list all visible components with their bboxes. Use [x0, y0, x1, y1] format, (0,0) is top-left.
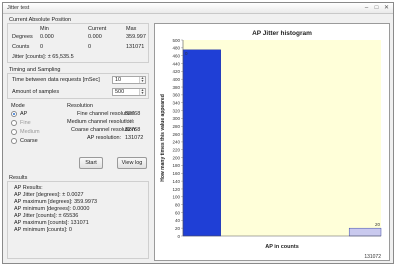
y-tick-label: 40 [175, 218, 181, 223]
results-panel: AP Results: AP Jitter [degrees]: ± 0.002… [7, 181, 149, 259]
chart-title: AP Jitter histogram [252, 30, 312, 37]
x-tick-label: 131072 [364, 254, 381, 260]
y-tick-label: 360 [172, 93, 180, 98]
y-tick-label: 80 [175, 202, 181, 207]
col-current-header: Current [88, 26, 107, 32]
mode-option-medium: Medium [20, 129, 40, 135]
minimize-icon[interactable]: – [362, 4, 371, 12]
y-tick-label: 100 [172, 195, 180, 200]
y-tick-label: 20 [175, 226, 181, 231]
fine-resolution-value: 32768 [125, 111, 141, 117]
y-tick-label: 260 [172, 132, 180, 137]
jitter-readout: Jitter [counts]: ± 65,535.5 [12, 54, 74, 60]
y-tick-label: 300 [172, 116, 180, 121]
results-line: AP maximum [counts]: 131071 [14, 220, 89, 226]
x-axis-label: AP in counts [265, 244, 299, 250]
y-tick-label: 220 [172, 148, 180, 153]
mode-label: Mode [11, 103, 25, 109]
time-between-requests-input[interactable]: 10 ▲ ▼ [112, 76, 146, 84]
degrees-max-value: 359.997 [126, 34, 146, 40]
y-tick-label: 420 [172, 69, 180, 74]
time-between-requests-value: 10 [115, 77, 122, 83]
histogram-bar [182, 49, 221, 237]
histogram-bar [348, 227, 382, 237]
maximize-icon[interactable]: □ [372, 4, 381, 12]
y-tick-label: 0 [177, 234, 180, 239]
histogram-chart: 0 20 40 60 80 100 120 140 160 180 200 220 240 260 280 3… [160, 30, 382, 260]
y-tick-label: 460 [172, 53, 180, 58]
y-tick-label: 380 [172, 85, 180, 90]
mode-radio-ap[interactable] [11, 111, 17, 117]
counts-current-value: 0 [88, 44, 92, 50]
view-log-button[interactable]: View log [117, 157, 147, 169]
results-line: AP minimum [degrees]: 0.0000 [14, 206, 90, 212]
mode-option-coarse: Coarse [20, 138, 38, 144]
mode-option-ap: AP [20, 111, 28, 117]
position-group: Min Current Max Degrees 0.000 0.000 359.… [7, 23, 149, 63]
timing-group: Time between data requests [mSec] 10 ▲ ▼ … [7, 73, 149, 99]
start-button[interactable]: Start [79, 157, 103, 169]
amount-of-samples-input[interactable]: 500 ▲ ▼ [112, 88, 146, 96]
y-axis-label: How many times this value appeared [160, 94, 166, 182]
y-tick-label: 240 [172, 140, 180, 145]
resolution-label: Resolution [67, 103, 93, 109]
y-tick-label: 160 [172, 171, 180, 176]
mode-radio-medium[interactable] [11, 129, 17, 135]
y-tick-label: 180 [172, 163, 180, 168]
y-tick-label: 60 [175, 210, 181, 215]
amount-of-samples-label: Amount of samples [12, 89, 60, 95]
histogram-panel: 0 20 40 60 80 100 120 140 160 180 200 220 240 260 280 3… [154, 23, 390, 261]
amount-of-samples-value: 500 [115, 89, 125, 95]
bar-value-label: 20 [375, 222, 381, 227]
mode-radio-fine[interactable] [11, 120, 17, 126]
window-title: Jitter test [7, 5, 30, 11]
samples-spinner-icon[interactable]: ▲ ▼ [139, 88, 145, 95]
degrees-current-value: 0.000 [88, 34, 102, 40]
col-max-header: Max [126, 26, 137, 32]
jitter-test-window: Jitter test – □ ✕ Current Absolute Posit… [2, 2, 394, 264]
y-tick-label: 340 [172, 101, 180, 106]
degrees-min-value: 0.000 [40, 34, 54, 40]
mode-option-fine: Fine [20, 120, 31, 126]
results-line: AP Jitter [degrees]: ± 0.0027 [14, 192, 84, 198]
close-icon[interactable]: ✕ [382, 4, 391, 12]
results-line: AP Jitter [counts]: ± 65536 [14, 213, 79, 219]
ap-resolution-label: AP resolution: [87, 135, 122, 141]
title-bar: Jitter test – □ ✕ [3, 3, 393, 14]
results-line: AP maximum [degrees]: 359.9973 [14, 199, 98, 205]
y-tick-label: 120 [172, 187, 180, 192]
y-tick-label: 200 [172, 155, 180, 160]
medium-resolution-value: N/A [125, 119, 135, 125]
col-min-header: Min [40, 26, 49, 32]
y-tick-label: 400 [172, 77, 180, 82]
ap-resolution-value: 131072 [125, 135, 144, 141]
mode-radio-coarse[interactable] [11, 138, 17, 144]
counts-max-value: 131071 [126, 44, 145, 50]
y-tick-label: 500 [172, 38, 180, 43]
time-spinner-icon[interactable]: ▲ ▼ [139, 76, 145, 83]
y-tick-label: 280 [172, 124, 180, 129]
y-tick-label: 480 [172, 46, 180, 51]
counts-row-label: Counts [12, 44, 30, 50]
y-tick-label: 320 [172, 108, 180, 113]
time-between-requests-label: Time between data requests [mSec] [12, 77, 100, 83]
counts-min-value: 0 [40, 44, 44, 50]
coarse-resolution-value: 32768 [125, 127, 141, 133]
results-line: AP Results: [14, 185, 43, 191]
y-tick-label: 140 [172, 179, 180, 184]
results-line: AP minimum [counts]: 0 [14, 227, 72, 233]
y-tick-label: 440 [172, 61, 180, 66]
degrees-row-label: Degrees [12, 34, 33, 40]
